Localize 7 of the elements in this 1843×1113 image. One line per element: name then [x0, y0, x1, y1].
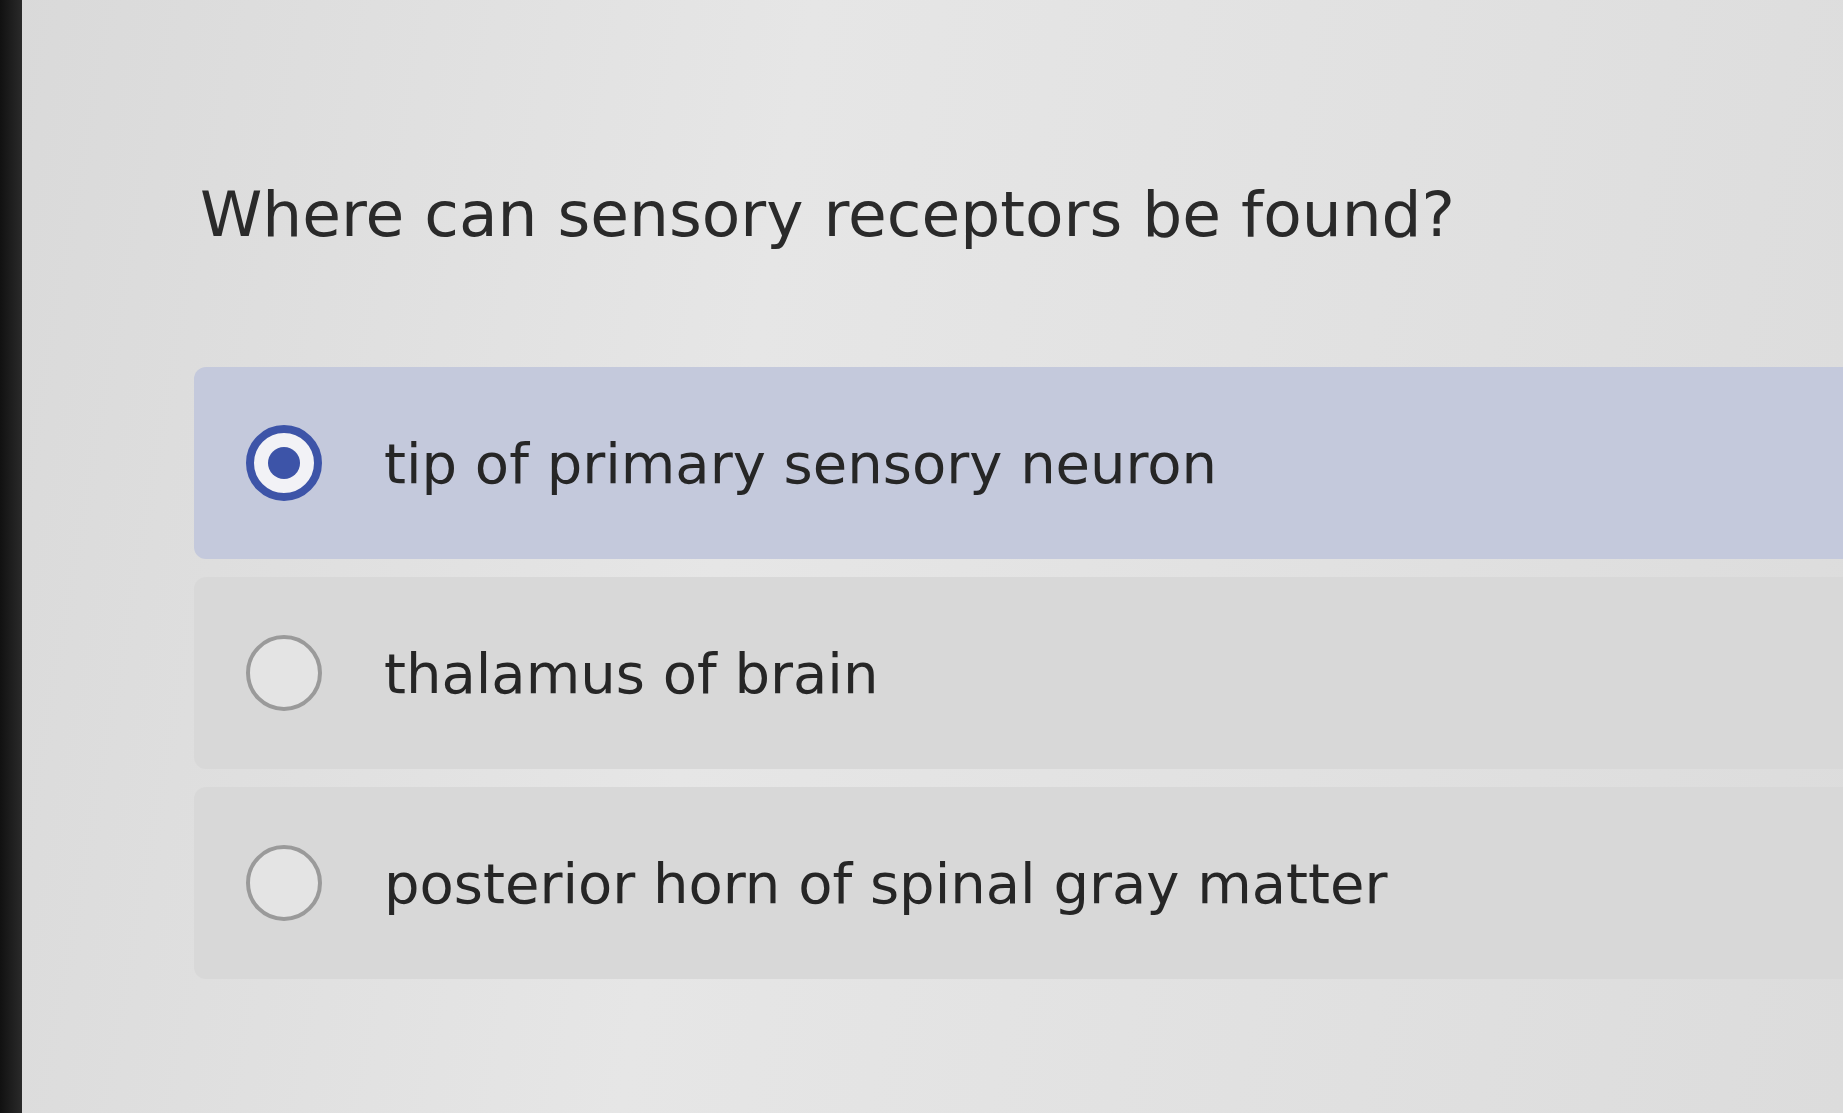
option-label: posterior horn of spinal gray matter	[384, 850, 1388, 916]
question-text: Where can sensory receptors be found?	[200, 178, 1456, 251]
option-label: tip of primary sensory neuron	[384, 430, 1218, 496]
option-label: thalamus of brain	[384, 640, 879, 706]
answer-option[interactable]: posterior horn of spinal gray matter	[194, 787, 1843, 979]
answer-option[interactable]: tip of primary sensory neuron	[194, 367, 1843, 559]
answer-option[interactable]: thalamus of brain	[194, 577, 1843, 769]
